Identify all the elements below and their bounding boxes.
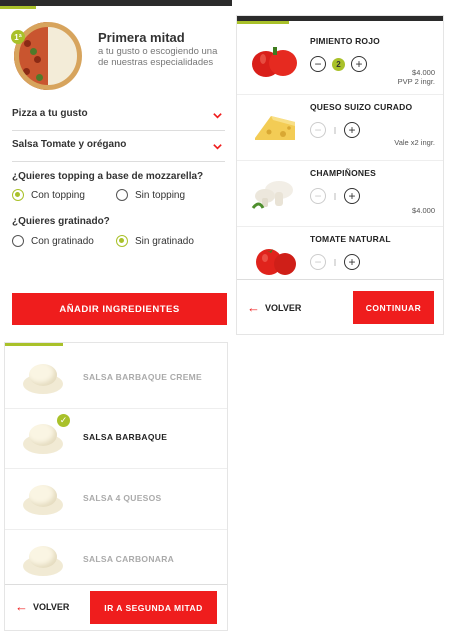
chevron-down-icon xyxy=(213,144,222,150)
plus-button[interactable]: + xyxy=(351,56,367,72)
half-pizza-image xyxy=(14,22,82,90)
minus-button[interactable]: − xyxy=(310,56,326,72)
price-note: PVP 2 ingr. xyxy=(397,77,435,86)
arrow-left-icon: ← xyxy=(247,300,260,315)
sauce-option-selected[interactable]: ✓ SALSA BARBAQUE xyxy=(5,408,227,469)
add-ingredients-button[interactable]: AÑADIR INGREDIENTES xyxy=(12,293,227,325)
mozzarella-question: ¿Quieres topping a base de mozzarella? xyxy=(12,171,204,182)
minus-button[interactable]: − xyxy=(310,122,326,138)
plus-button[interactable]: + xyxy=(344,254,360,270)
progress-accent xyxy=(0,6,36,9)
chevron-down-icon xyxy=(213,113,222,119)
sauce-option[interactable]: SALSA BARBAQUE CREME xyxy=(5,348,227,409)
quantity-value xyxy=(332,190,338,203)
sauce-option[interactable]: SALSA CARBONARA xyxy=(5,530,227,590)
sauce-name: SALSA BARBAQUE CREME xyxy=(83,372,203,382)
ingredients-panel: PIMIENTO ROJO − 2 + $4.000 PVP 2 ingr. Q… xyxy=(236,15,444,335)
sauce-select[interactable]: Salsa Tomate y orégano xyxy=(12,139,225,162)
price-value: $4.000 xyxy=(412,206,435,215)
radio-label: Con topping xyxy=(31,189,85,201)
radio-label: Sin gratinado xyxy=(135,235,194,247)
sauce-bowl-image xyxy=(23,540,63,580)
ingredient-price: $4.000 xyxy=(412,206,435,215)
sauce-bowl-image xyxy=(23,479,63,519)
radio-sin-gratinado[interactable]: Sin gratinado xyxy=(116,235,194,247)
sauce-panel: SALSA BARBAQUE CREME ✓ SALSA BARBAQUE SA… xyxy=(4,342,228,631)
divider xyxy=(5,584,227,585)
quantity-stepper: − + xyxy=(310,188,360,204)
ingredient-row: PIMIENTO ROJO − 2 + $4.000 PVP 2 ingr. xyxy=(237,28,443,95)
ingredient-price: $4.000 PVP 2 ingr. xyxy=(398,68,435,86)
pizza-type-select[interactable]: Pizza a tu gusto xyxy=(12,108,225,131)
back-label: VOLVER xyxy=(33,602,70,612)
page-description: a tu gusto o escogiendo una de nuestras … xyxy=(98,46,218,68)
sauce-bowl-image xyxy=(23,418,63,458)
price-note: Vale x2 ingr. xyxy=(394,138,435,147)
red-pepper-image xyxy=(252,47,297,77)
plus-button[interactable]: + xyxy=(344,188,360,204)
radio-sin-topping[interactable]: Sin topping xyxy=(116,189,185,201)
progress-accent xyxy=(5,343,63,346)
back-label: VOLVER xyxy=(265,303,302,313)
gratinado-question: ¿Quieres gratinado? xyxy=(12,216,110,227)
quantity-value xyxy=(332,124,338,137)
ingredient-price: Vale x2 ingr. xyxy=(394,138,435,147)
ingredient-row: QUESO SUIZO CURADO − + Vale x2 ingr. xyxy=(237,94,443,161)
tomato-image xyxy=(256,249,296,275)
sauce-value: Salsa Tomate y orégano xyxy=(12,139,127,150)
swiss-cheese-image xyxy=(255,116,295,140)
quantity-stepper: − + xyxy=(310,122,360,138)
ingredient-name: PIMIENTO ROJO xyxy=(310,36,380,46)
price-value: $4.000 xyxy=(412,68,435,77)
radio-label: Sin topping xyxy=(135,189,186,201)
minus-button[interactable]: − xyxy=(310,188,326,204)
quantity-value xyxy=(332,256,338,269)
radio-label: Con gratinado xyxy=(31,235,94,247)
ingredient-name: CHAMPIÑONES xyxy=(310,168,376,178)
minus-button[interactable]: − xyxy=(310,254,326,270)
check-icon: ✓ xyxy=(57,414,70,427)
second-half-button[interactable]: IR A SEGUNDA MITAD xyxy=(90,591,217,624)
quantity-value: 2 xyxy=(332,57,345,71)
divider xyxy=(237,279,443,280)
sauce-name: SALSA CARBONARA xyxy=(83,554,175,564)
radio-selected-icon xyxy=(116,235,128,247)
ingredient-name: QUESO SUIZO CURADO xyxy=(310,102,413,112)
half-config-panel: 1ª Primera mitad a tu gusto o escogiendo… xyxy=(0,0,233,340)
quantity-stepper: − + xyxy=(310,254,360,270)
continue-button[interactable]: CONTINUAR xyxy=(353,291,434,324)
radio-con-topping[interactable]: Con topping xyxy=(12,189,85,201)
plus-button[interactable]: + xyxy=(344,122,360,138)
radio-selected-icon xyxy=(12,189,24,201)
sauce-name: SALSA 4 QUESOS xyxy=(83,493,162,503)
arrow-left-icon: ← xyxy=(15,599,28,614)
half-number-badge: 1ª xyxy=(11,30,25,44)
mushrooms-image xyxy=(251,181,293,209)
sauce-option[interactable]: SALSA 4 QUESOS xyxy=(5,469,227,530)
radio-unselected-icon xyxy=(12,235,24,247)
ingredient-row: TOMATE NATURAL − + xyxy=(237,226,443,292)
sauce-name: SALSA BARBAQUE xyxy=(83,432,168,442)
pizza-type-value: Pizza a tu gusto xyxy=(12,108,88,119)
radio-unselected-icon xyxy=(116,189,128,201)
quantity-stepper: − 2 + xyxy=(310,56,367,72)
back-button[interactable]: ← VOLVER xyxy=(15,599,70,614)
radio-con-gratinado[interactable]: Con gratinado xyxy=(12,235,94,247)
ingredient-name: TOMATE NATURAL xyxy=(310,234,391,244)
ingredient-row: CHAMPIÑONES − + $4.000 xyxy=(237,160,443,227)
sauce-bowl-image xyxy=(23,358,63,398)
progress-accent xyxy=(237,21,289,24)
back-button[interactable]: ← VOLVER xyxy=(247,300,302,315)
page-title: Primera mitad xyxy=(98,30,185,45)
